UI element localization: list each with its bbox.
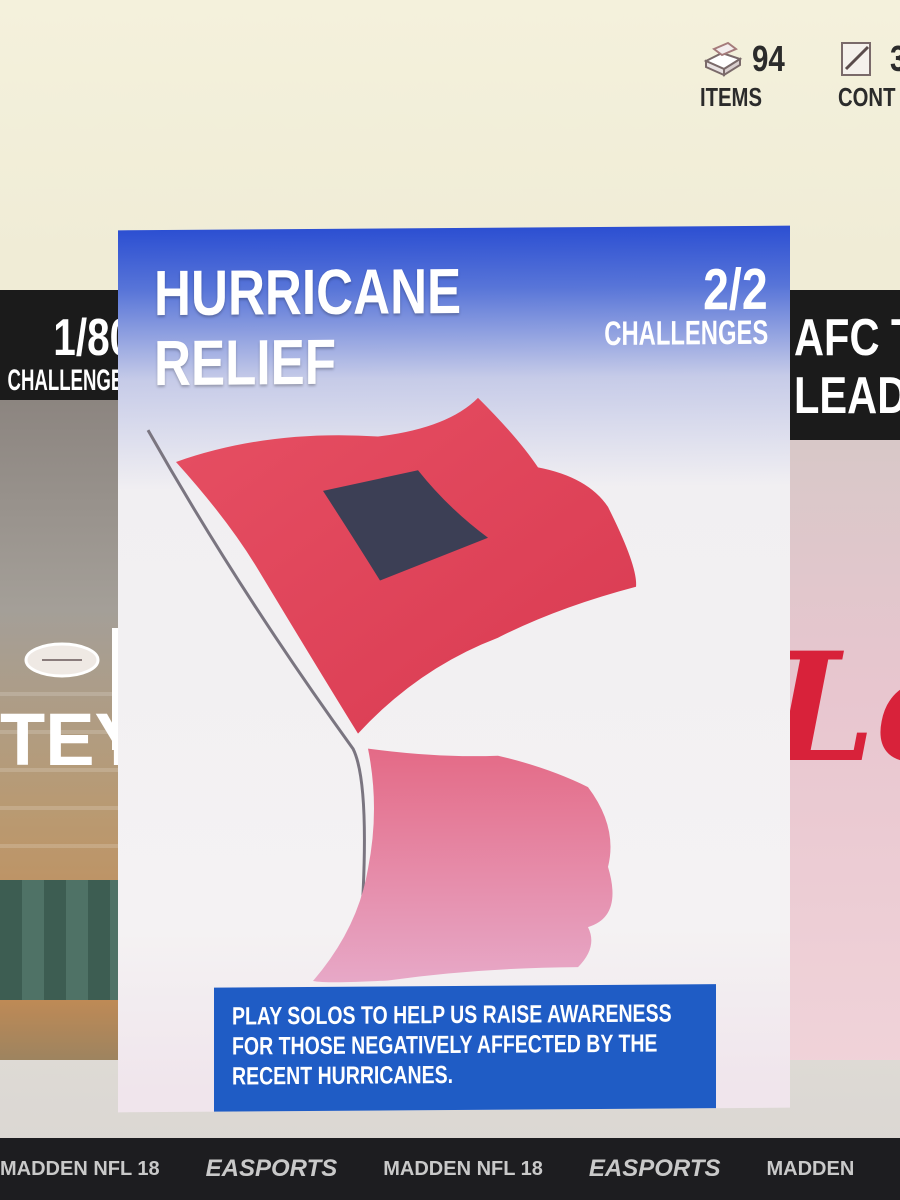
card-artwork: HURRICANE RELIEF 2/2 CHALLENGES — [118, 225, 790, 1113]
ticker-item: EASPORTS — [205, 1155, 338, 1182]
card-title-line1: HURRICANE — [154, 254, 462, 330]
contracts-counter[interactable]: 3 CONT — [838, 38, 900, 113]
card-title-line2: RELIEF — [154, 325, 337, 400]
pack-icon — [700, 39, 746, 79]
right-script-text: Le — [780, 620, 900, 796]
card-description: PLAY SOLOS TO HELP US RAISE AWARENESS FO… — [232, 999, 672, 1091]
left-challenges-label: CHALLENGES — [7, 364, 136, 397]
script-logo-icon: Le — [780, 620, 900, 796]
contract-icon — [838, 39, 884, 79]
ticker-item: MADDEN — [766, 1157, 855, 1180]
challenge-card-hurricane-relief[interactable]: HURRICANE RELIEF 2/2 CHALLENGES PLAY SOL… — [118, 225, 790, 1113]
items-count: 94 — [752, 38, 785, 79]
items-label: ITEMS — [700, 82, 762, 112]
right-card-title-line1: AFC T — [794, 309, 900, 367]
ticker-item: EASPORTS — [588, 1155, 721, 1182]
right-card-title-line2: LEAD — [794, 367, 900, 425]
card-challenges-label: CHALLENGES — [604, 313, 768, 353]
ticker-item: MADDEN NFL 18 — [383, 1157, 543, 1180]
footer-ticker: MADDEN NFL 18 EASPORTS MADDEN NFL 18 EAS… — [0, 1138, 900, 1200]
ticker-item: MADDEN NFL 18 — [0, 1157, 160, 1180]
contracts-label: CONT — [838, 82, 896, 112]
challenge-card-right[interactable]: AFC T LEAD Le — [780, 290, 900, 1060]
contracts-count: 3 — [890, 38, 900, 80]
items-counter[interactable]: 94 ITEMS — [700, 38, 792, 113]
card-description-box: PLAY SOLOS TO HELP US RAISE AWARENESS FO… — [214, 984, 716, 1112]
